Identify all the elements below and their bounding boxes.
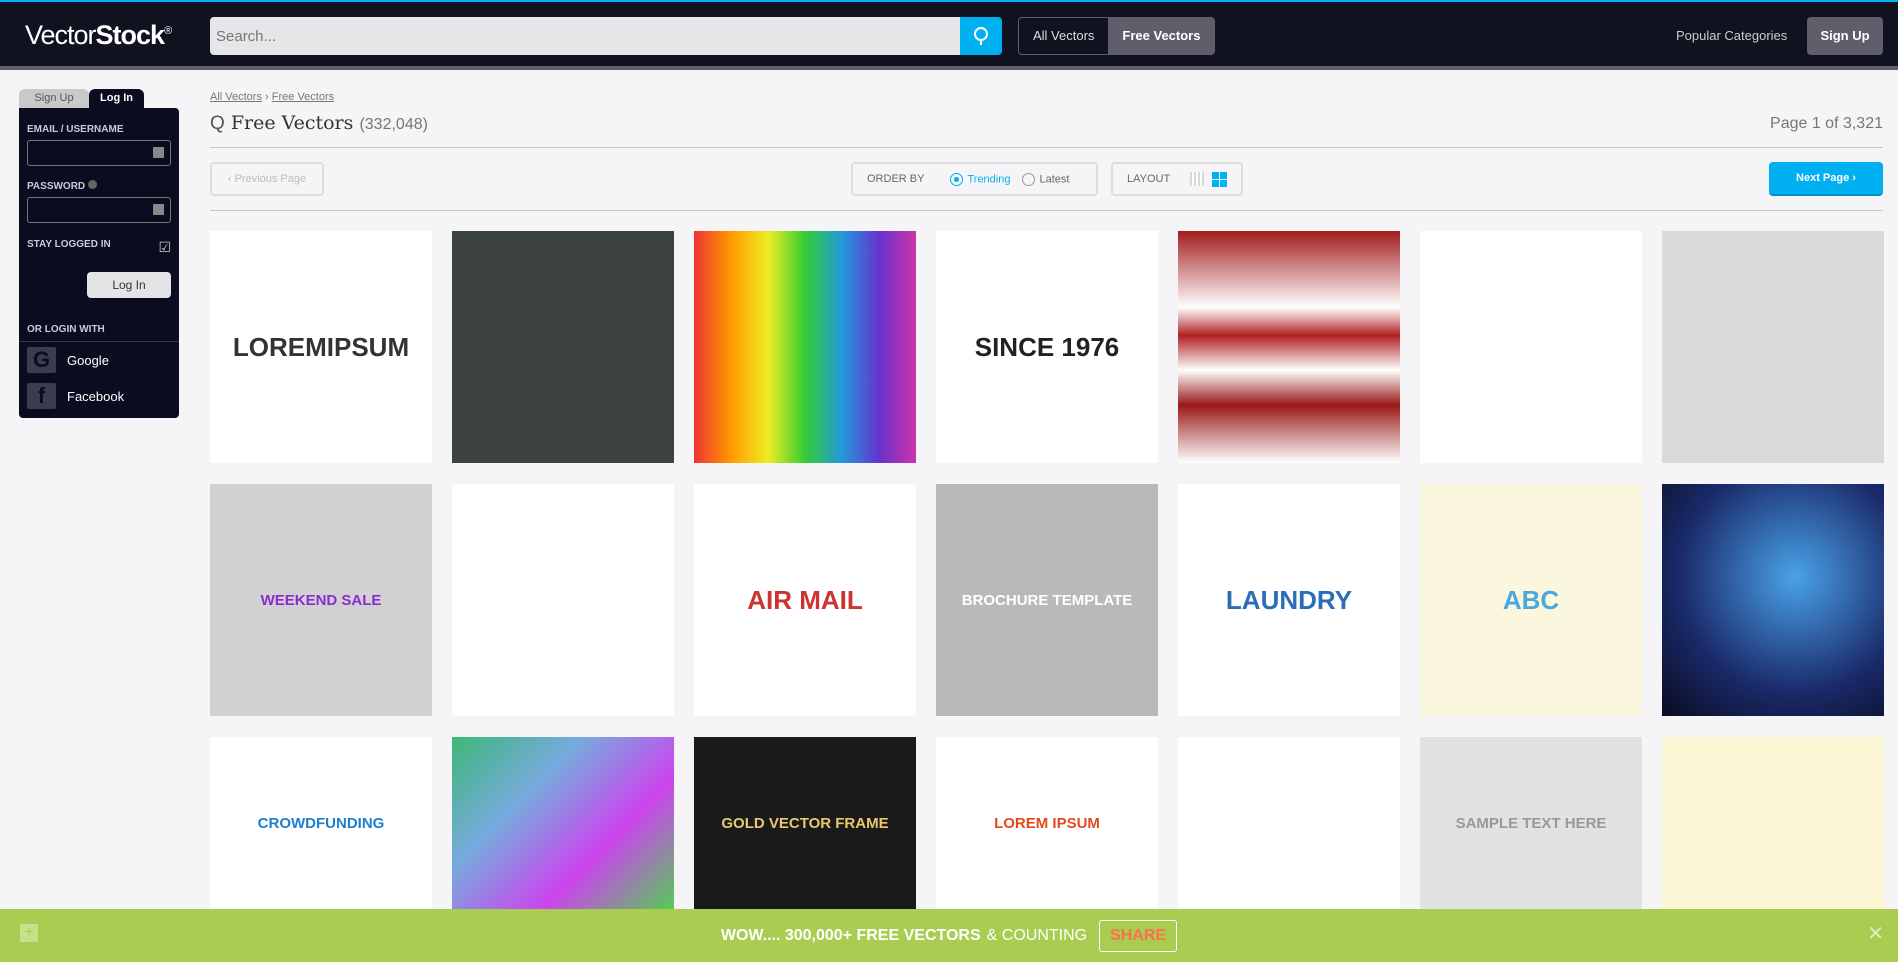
vector-thumbnail[interactable]: AIR MAIL — [694, 484, 916, 716]
facebook-login-button[interactable]: f Facebook — [19, 378, 179, 414]
promo-banner: WOW.... 300,000+ FREE VECTORS & COUNTING… — [0, 909, 1898, 962]
order-by-label: ORDER BY — [867, 173, 925, 185]
vector-thumbnail[interactable]: WEEKEND SALE — [210, 484, 432, 716]
vector-thumbnail[interactable] — [452, 737, 674, 909]
vector-thumbnail[interactable]: GOLD VECTOR FRAME — [694, 737, 916, 909]
share-button[interactable]: SHARE — [1099, 919, 1178, 952]
result-count: (332,048) — [359, 116, 428, 133]
vector-thumbnail[interactable] — [452, 231, 674, 463]
popular-categories-link[interactable]: Popular Categories — [1676, 28, 1787, 43]
thumbnail-text: GOLD VECTOR FRAME — [721, 814, 889, 832]
latest-label: Latest — [1039, 172, 1070, 185]
search-icon — [974, 27, 988, 45]
vector-thumbnail[interactable]: SAMPLE TEXT HERE — [1420, 737, 1642, 909]
stay-logged-in-checkbox[interactable]: ☑ — [158, 239, 171, 256]
google-label: Google — [67, 352, 109, 368]
header-sign-up-button[interactable]: Sign Up — [1807, 17, 1883, 55]
vector-type-toggle: All Vectors Free Vectors — [1018, 17, 1216, 55]
log-in-button[interactable]: Log In — [87, 272, 171, 298]
vector-thumbnail[interactable] — [1420, 231, 1642, 463]
thumbnail-text: SINCE 1976 — [974, 331, 1120, 362]
search-input[interactable] — [210, 17, 960, 55]
thumbnail-text: CROWDFUNDING — [257, 814, 385, 832]
layout-control: LAYOUT — [1111, 162, 1243, 196]
vector-thumbnail[interactable] — [1662, 737, 1884, 909]
logo-text-bold: Stock — [95, 20, 166, 50]
page-indicator: Page 1 of 3,321 — [1770, 115, 1883, 132]
divider — [210, 147, 1883, 148]
search-button[interactable] — [960, 17, 1002, 55]
tab-log-in[interactable]: Log In — [89, 89, 144, 108]
google-login-button[interactable]: G Google — [19, 342, 179, 378]
google-icon: G — [27, 347, 56, 373]
divider — [210, 210, 1883, 211]
latest-radio[interactable]: Latest — [1022, 172, 1070, 186]
vector-thumbnail[interactable] — [1178, 737, 1400, 909]
or-login-with-label: OR LOGIN WITH — [27, 324, 105, 335]
logo[interactable]: VectorStock® — [25, 20, 172, 51]
expand-icon[interactable]: + — [20, 924, 38, 942]
password-manager-icon — [153, 204, 164, 215]
all-vectors-toggle[interactable]: All Vectors — [1019, 18, 1108, 54]
header-strip — [0, 66, 1898, 70]
vector-thumbnail[interactable]: LAUNDRY — [1178, 484, 1400, 716]
page-title-text: Free Vectors — [230, 112, 354, 134]
breadcrumb-separator: › — [265, 91, 269, 103]
free-vectors-toggle[interactable]: Free Vectors — [1108, 18, 1215, 54]
vector-thumbnail[interactable]: LOREM IPSUM — [936, 737, 1158, 909]
vector-thumbnail[interactable]: ABC — [1420, 484, 1642, 716]
previous-page-button[interactable]: ‹ Previous Page — [210, 162, 324, 196]
vector-thumbnail[interactable] — [1662, 231, 1884, 463]
radio-icon — [1022, 172, 1036, 186]
info-icon[interactable] — [87, 180, 97, 189]
facebook-icon: f — [27, 383, 56, 409]
breadcrumb-free-vectors[interactable]: Free Vectors — [272, 91, 334, 103]
small-grid-icon[interactable] — [1190, 172, 1205, 186]
vector-thumbnail[interactable] — [694, 231, 916, 463]
logo-text: Vector — [25, 20, 97, 50]
page-title: Q Free Vectors (332,048) — [210, 112, 428, 135]
email-field[interactable] — [27, 140, 171, 166]
stay-logged-in-label: STAY LOGGED IN — [27, 239, 111, 250]
breadcrumb: All Vectors › Free Vectors — [210, 91, 334, 103]
banner-text: WOW.... 300,000+ FREE VECTORS — [720, 926, 981, 944]
vector-thumbnail[interactable]: SINCE 1976 — [936, 231, 1158, 463]
thumbnail-text: LAUNDRY — [1225, 584, 1353, 615]
large-grid-icon[interactable] — [1212, 171, 1228, 187]
password-label-text: PASSWORD — [27, 181, 86, 192]
trending-radio[interactable]: Trending — [950, 172, 1011, 186]
registered-mark: ® — [164, 25, 172, 37]
trending-label: Trending — [967, 172, 1011, 185]
layout-label: LAYOUT — [1127, 173, 1171, 185]
password-manager-icon — [153, 147, 164, 158]
email-label: EMAIL / USERNAME — [27, 124, 124, 135]
top-bar: VectorStock® All Vectors Free Vectors Po… — [0, 0, 1898, 66]
thumbnail-text: LOREMIPSUM — [232, 331, 410, 362]
password-field[interactable] — [27, 197, 171, 223]
login-sidebar: Sign Up Log In EMAIL / USERNAME PASSWORD… — [19, 89, 179, 418]
facebook-label: Facebook — [67, 388, 125, 404]
vector-thumbnail[interactable]: BROCHURE TEMPLATE — [936, 484, 1158, 716]
thumbnail-text: BROCHURE TEMPLATE — [961, 591, 1133, 609]
search-icon: Q — [210, 113, 225, 134]
thumbnail-text: SAMPLE TEXT HERE — [1455, 814, 1607, 832]
vector-thumbnail[interactable]: CROWDFUNDING — [210, 737, 432, 909]
vector-thumbnail[interactable] — [452, 484, 674, 716]
banner-text-secondary: & COUNTING — [986, 926, 1088, 944]
breadcrumb-all-vectors[interactable]: All Vectors — [210, 91, 262, 103]
next-page-button[interactable]: Next Page › — [1769, 162, 1883, 196]
radio-selected-icon — [950, 172, 964, 186]
thumbnail-text: AIR MAIL — [747, 584, 863, 615]
password-label: PASSWORD — [19, 180, 179, 192]
vector-thumbnail[interactable] — [1662, 484, 1884, 716]
vector-thumbnail[interactable] — [1178, 231, 1400, 463]
vector-thumbnail[interactable]: LOREMIPSUM — [210, 231, 432, 463]
thumbnail-text: LOREM IPSUM — [994, 814, 1100, 832]
close-icon[interactable]: ✕ — [1867, 921, 1884, 946]
tab-sign-up[interactable]: Sign Up — [19, 89, 89, 108]
thumbnail-text: ABC — [1502, 584, 1560, 615]
order-by-control: ORDER BY Trending Latest — [851, 162, 1098, 196]
thumbnail-text: WEEKEND SALE — [260, 591, 382, 609]
